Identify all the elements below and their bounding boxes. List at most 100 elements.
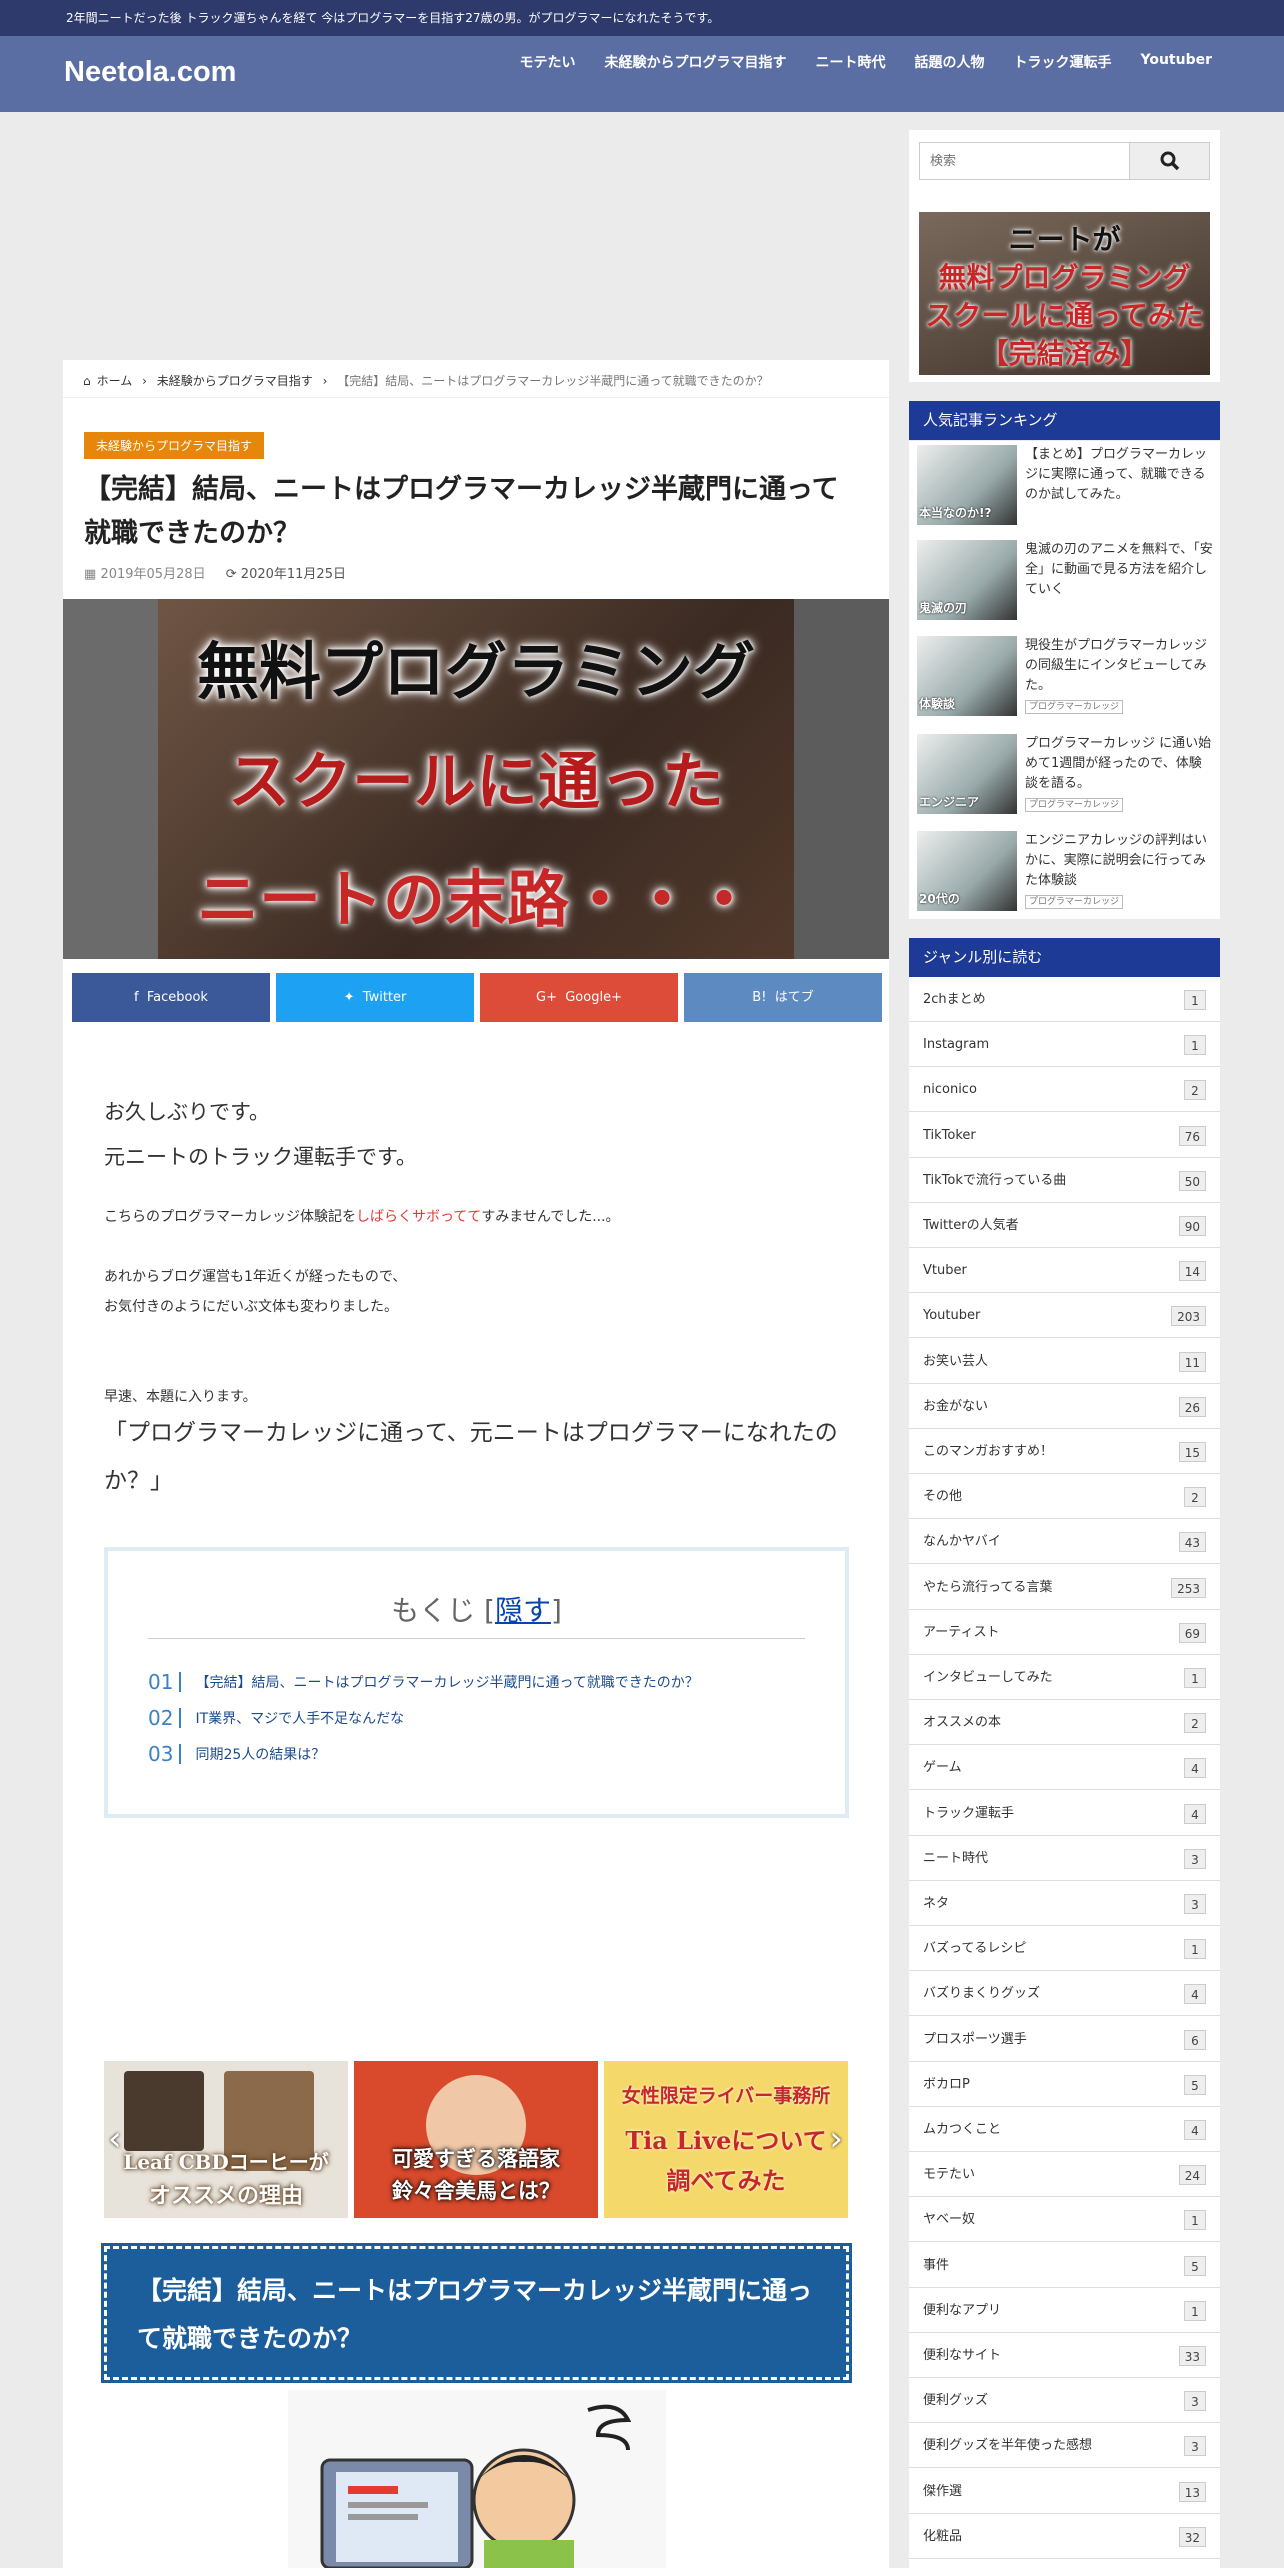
- ranking-item-tag[interactable]: プログラマーカレッジ: [1025, 798, 1124, 812]
- genre-item[interactable]: モテたい 24: [909, 2152, 1220, 2198]
- genre-item-label[interactable]: プロスポーツ選手: [923, 2032, 1027, 2047]
- ranking-item[interactable]: 本当なのか!? 【まとめ】プログラマーカレッジに実際に通って、就職できるのか試し…: [917, 441, 1212, 529]
- genre-item-label[interactable]: トラック運転手: [923, 1806, 1014, 1821]
- genre-item-label[interactable]: TikTokで流行っている曲: [923, 1173, 1066, 1188]
- nav-item-truck-driver[interactable]: トラック運転手: [1013, 52, 1111, 72]
- ranking-item-tag[interactable]: プログラマーカレッジ: [1025, 700, 1124, 714]
- ranking-item-text[interactable]: エンジニアカレッジの評判はいかに、実際に説明会に行ってみた体験談プログラマーカレ…: [1025, 831, 1213, 911]
- genre-item-label[interactable]: ムカつくこと: [923, 2122, 1001, 2137]
- genre-item[interactable]: インタビューしてみた 1: [909, 1655, 1220, 1700]
- genre-item[interactable]: TikToker 76: [909, 1113, 1220, 1158]
- slide-card[interactable]: Leaf CBDコーヒーが オススメの理由: [104, 2061, 348, 2218]
- genre-item[interactable]: Vtuber 14: [909, 1248, 1220, 1294]
- genre-item[interactable]: トラック運転手 4: [909, 1791, 1220, 1836]
- genre-item[interactable]: なんかヤバイ 43: [909, 1519, 1220, 1565]
- nav-item-programmer[interactable]: 未経験からプログラマ目指す: [604, 52, 786, 72]
- toc-item-text[interactable]: IT業界、マジで人手不足なんだな: [195, 1708, 404, 1728]
- genre-item-label[interactable]: 事件: [923, 2258, 949, 2273]
- genre-item-label[interactable]: ネタ: [923, 1896, 949, 1911]
- site-logo[interactable]: Neetola.com: [64, 56, 236, 89]
- genre-item-label[interactable]: アーティスト: [923, 1625, 999, 1640]
- ranking-item[interactable]: エンジニア プログラマーカレッジ に通い始めて1週間が経ったので、体験談を語る。…: [917, 730, 1212, 818]
- genre-item-label[interactable]: 便利グッズ: [923, 2393, 988, 2408]
- genre-item-label[interactable]: Vtuber: [923, 1263, 967, 1278]
- ranking-item-title[interactable]: 鬼滅の刃のアニメを無料で、「安全」に動画で見る方法を紹介していく: [1025, 542, 1213, 597]
- genre-item[interactable]: バズりまくりグッズ 4: [909, 1971, 1220, 2017]
- genre-item[interactable]: niconico 2: [909, 1067, 1220, 1113]
- share-google-button[interactable]: G+ Google+: [480, 973, 678, 1022]
- genre-item-label[interactable]: Youtuber: [923, 1308, 980, 1323]
- genre-item-label[interactable]: インタビューしてみた: [923, 1670, 1053, 1685]
- chevron-left-icon[interactable]: ‹: [108, 2119, 122, 2159]
- genre-item-label[interactable]: 化粧品: [923, 2529, 962, 2544]
- genre-item-label[interactable]: 便利なアプリ: [923, 2303, 1001, 2318]
- ranking-item-title[interactable]: 【まとめ】プログラマーカレッジに実際に通って、就職できるのか試してみた。: [1025, 447, 1207, 502]
- share-facebook-button[interactable]: f Facebook: [72, 973, 270, 1022]
- genre-item[interactable]: ゲーム 4: [909, 1745, 1220, 1791]
- genre-item[interactable]: このマンガおすすめ！ 15: [909, 1429, 1220, 1474]
- ranking-item-tag[interactable]: プログラマーカレッジ: [1025, 895, 1124, 909]
- genre-item-label[interactable]: バズってるレシピ: [923, 1941, 1026, 1956]
- genre-item[interactable]: ムカつくこと 4: [909, 2107, 1220, 2152]
- ranking-item-text[interactable]: プログラマーカレッジ に通い始めて1週間が経ったので、体験談を語る。プログラマー…: [1025, 734, 1213, 814]
- genre-item[interactable]: アーティスト 69: [909, 1610, 1220, 1655]
- genre-item-label[interactable]: なんかヤバイ: [923, 1534, 1001, 1549]
- genre-item[interactable]: お笑い芸人 11: [909, 1339, 1220, 1384]
- toc-item-text[interactable]: 同期25人の結果は？: [195, 1744, 325, 1764]
- ranking-item-title[interactable]: プログラマーカレッジ に通い始めて1週間が経ったので、体験談を語る。: [1025, 736, 1211, 791]
- genre-item-label[interactable]: TikToker: [923, 1128, 976, 1143]
- genre-item[interactable]: ヤベー奴 1: [909, 2197, 1220, 2243]
- nav-item-motetai[interactable]: モテたい: [519, 52, 575, 72]
- genre-item[interactable]: ネタ 3: [909, 1881, 1220, 1926]
- genre-item-label[interactable]: その他: [923, 1489, 962, 1504]
- genre-item-label[interactable]: 2chまとめ: [923, 992, 986, 1007]
- toc-item[interactable]: 01 【完結】結局、ニートはプログラマーカレッジ半蔵門に通って就職できたのか？: [148, 1672, 699, 1692]
- genre-item-label[interactable]: 便利グッズを半年使った感想: [923, 2438, 1092, 2453]
- genre-item[interactable]: Instagram 1: [909, 1022, 1220, 1068]
- share-twitter-button[interactable]: ✦ Twitter: [276, 973, 474, 1022]
- toc-toggle-link[interactable]: 隠す: [495, 1594, 551, 1627]
- ranking-item[interactable]: 鬼滅の刃 鬼滅の刃のアニメを無料で、「安全」に動画で見る方法を紹介していく: [917, 536, 1213, 624]
- slide-card[interactable]: 女性限定ライバー事務所 Tia Liveについて 調べてみた: [604, 2061, 848, 2218]
- share-hatena-button[interactable]: B! はてブ: [684, 973, 882, 1022]
- nav-item-neet[interactable]: ニート時代: [815, 52, 885, 72]
- ranking-item[interactable]: 20代の エンジニアカレッジの評判はいかに、実際に説明会に行ってみた体験談 プログ…: [917, 827, 1212, 915]
- genre-item[interactable]: TikTokで流行っている曲 50: [909, 1158, 1220, 1203]
- genre-item-label[interactable]: やたら流行ってる言葉: [923, 1580, 1052, 1595]
- toc-item[interactable]: 03 同期25人の結果は？: [148, 1744, 325, 1764]
- breadcrumb-home[interactable]: ホーム: [97, 374, 133, 388]
- genre-item[interactable]: Twitterの人気者 90: [909, 1203, 1220, 1248]
- genre-item[interactable]: バズってるレシピ 1: [909, 1926, 1220, 1972]
- genre-item-label[interactable]: ヤベー奴: [923, 2212, 975, 2227]
- ranking-item-text[interactable]: 現役生がプログラマーカレッジの同級生にインタビューしてみた。プログラマーカレッジ: [1025, 636, 1213, 716]
- genre-item[interactable]: 便利グッズを半年使った感想 3: [909, 2423, 1220, 2469]
- genre-item[interactable]: ニート時代 3: [909, 1836, 1220, 1881]
- slide-card[interactable]: 可愛すぎる落語家 鈴々舎美馬とは？: [354, 2061, 598, 2218]
- ranking-item-title[interactable]: エンジニアカレッジの評判はいかに、実際に説明会に行ってみた体験談: [1025, 833, 1207, 888]
- ranking-item-text[interactable]: 鬼滅の刃のアニメを無料で、「安全」に動画で見る方法を紹介していく: [1025, 540, 1213, 600]
- genre-item[interactable]: やたら流行ってる言葉 253: [909, 1565, 1220, 1610]
- genre-item[interactable]: プロスポーツ選手 6: [909, 2017, 1220, 2062]
- genre-item-label[interactable]: オススメの本: [923, 1715, 1001, 1730]
- toc-item[interactable]: 02 IT業界、マジで人手不足なんだな: [148, 1708, 404, 1728]
- genre-item-label[interactable]: モテたい: [923, 2167, 975, 2182]
- genre-item[interactable]: Youtuber 203: [909, 1293, 1220, 1339]
- search-input[interactable]: [919, 142, 1130, 180]
- genre-item-label[interactable]: ニート時代: [923, 1851, 988, 1866]
- genre-item-label[interactable]: 傑作選: [923, 2484, 962, 2499]
- chevron-right-icon[interactable]: ›: [829, 2119, 843, 2159]
- genre-item[interactable]: 傑作選 13: [909, 2469, 1220, 2514]
- toc-item-text[interactable]: 【完結】結局、ニートはプログラマーカレッジ半蔵門に通って就職できたのか？: [195, 1672, 698, 1692]
- genre-item[interactable]: 便利なアプリ 1: [909, 2288, 1220, 2333]
- genre-item[interactable]: オススメの本 2: [909, 1700, 1220, 1746]
- genre-item-label[interactable]: Twitterの人気者: [923, 1218, 1019, 1233]
- nav-item-topic-people[interactable]: 話題の人物: [914, 52, 984, 72]
- genre-item[interactable]: その他 2: [909, 1474, 1220, 1520]
- genre-item-label[interactable]: Instagram: [923, 1037, 989, 1052]
- genre-item[interactable]: 事件 5: [909, 2243, 1220, 2288]
- genre-item-label[interactable]: お笑い芸人: [923, 1354, 988, 1369]
- ranking-item-title[interactable]: 現役生がプログラマーカレッジの同級生にインタビューしてみた。: [1025, 638, 1207, 693]
- genre-item-label[interactable]: このマンガおすすめ！: [923, 1444, 1053, 1459]
- genre-item-label[interactable]: niconico: [923, 1082, 977, 1097]
- genre-item-label[interactable]: ゲーム: [923, 1760, 962, 1775]
